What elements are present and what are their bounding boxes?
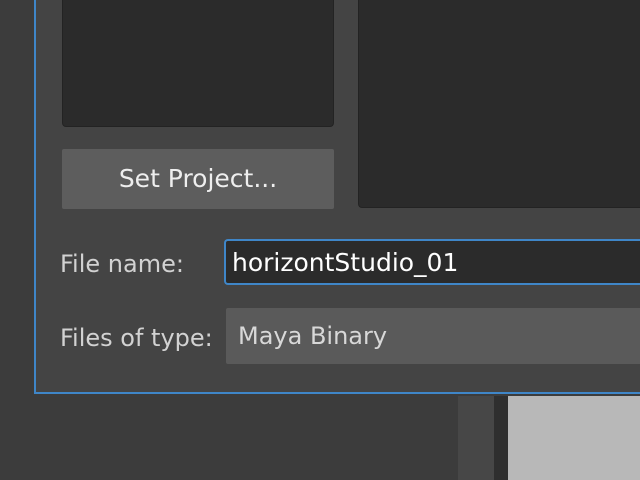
background-panel [458,396,494,480]
file-name-input[interactable] [224,239,640,285]
files-of-type-label: Files of type: [60,324,213,352]
background-divider [494,396,508,480]
file-browser-panel[interactable] [358,0,640,208]
files-of-type-dropdown[interactable]: Maya Binary [226,308,640,364]
app-window: Set Project... File name: Files of type:… [0,0,640,480]
set-project-button[interactable]: Set Project... [62,149,334,209]
background-viewport [508,396,640,480]
files-of-type-selected: Maya Binary [238,322,388,350]
project-list-panel[interactable] [62,0,334,127]
file-name-label: File name: [60,250,184,278]
save-file-dialog: Set Project... File name: Files of type:… [34,0,640,394]
